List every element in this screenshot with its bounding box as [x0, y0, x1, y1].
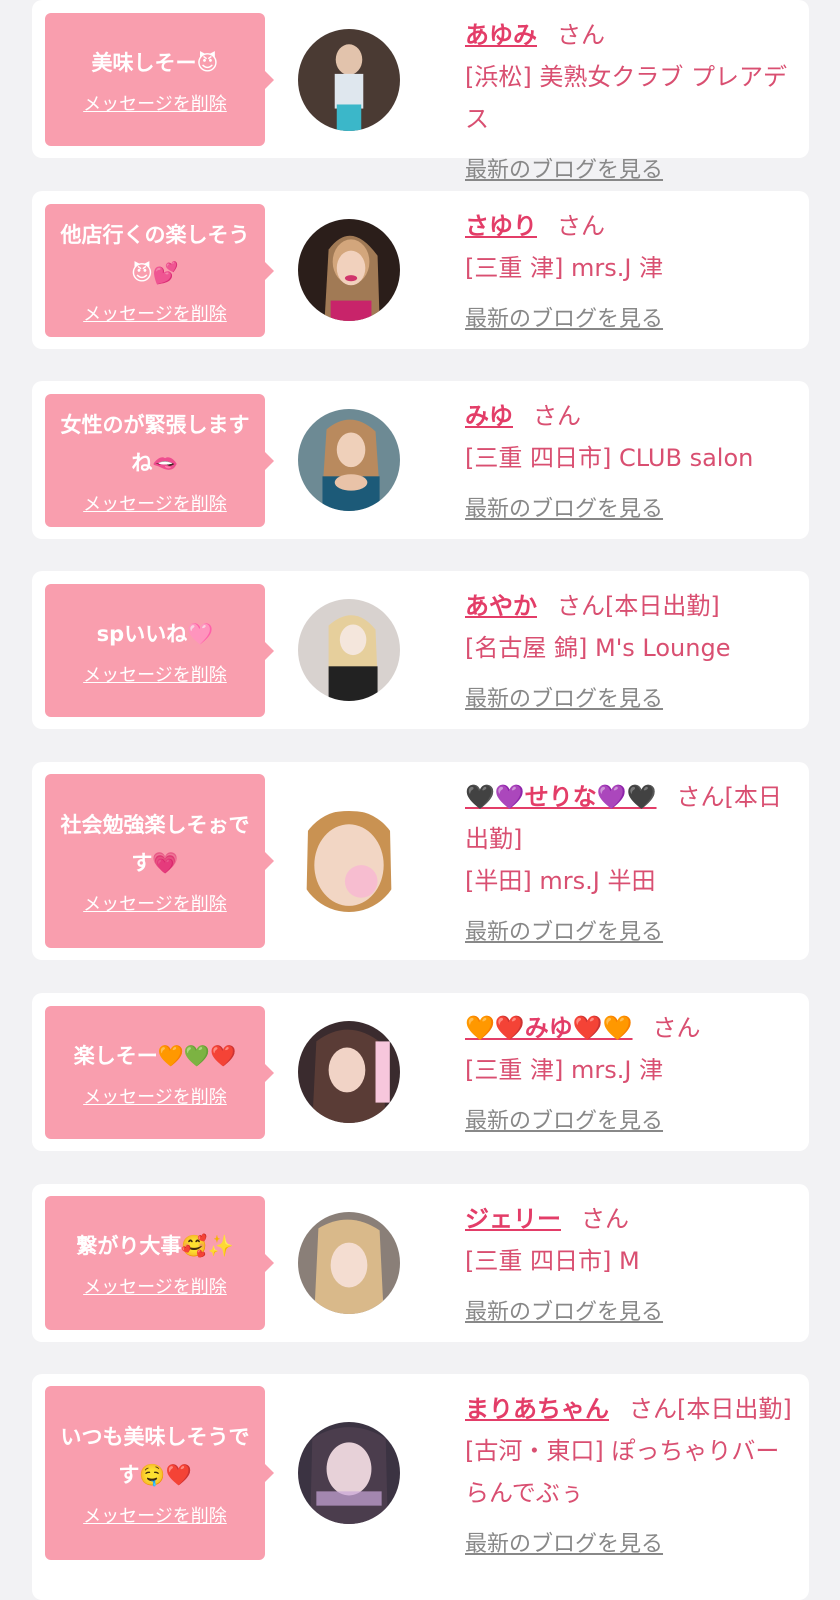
- avatar[interactable]: [298, 1021, 400, 1123]
- message-bubble: 楽しそー🧡💚❤️ メッセージを削除: [45, 1006, 274, 1139]
- shop-name: [浜松] 美熟女クラブ プレアデス: [465, 63, 787, 133]
- avatar[interactable]: [298, 599, 400, 701]
- name-suffix: さん: [581, 1205, 629, 1233]
- name-suffix: さん: [557, 212, 605, 240]
- delete-message-link[interactable]: メッセージを削除: [83, 490, 227, 516]
- shop-name: [半田] mrs.J 半田: [465, 867, 656, 895]
- shop-name: [三重 四日市] CLUB salon: [465, 444, 754, 472]
- delete-message-link[interactable]: メッセージを削除: [83, 1502, 227, 1528]
- profile-name-link[interactable]: 🖤💜せりな💜🖤: [465, 783, 657, 811]
- message-text: いつも美味しそうです🤤❤️: [60, 1425, 250, 1487]
- delete-message-link[interactable]: メッセージを削除: [83, 1083, 227, 1109]
- profile-name-link[interactable]: まりあちゃん: [465, 1395, 609, 1423]
- shop-name: [三重 津] mrs.J 津: [465, 1056, 664, 1084]
- message-bubble: 繋がり大事🥰✨ メッセージを削除: [45, 1196, 274, 1330]
- message-bubble: 社会勉強楽しそぉです💗 メッセージを削除: [45, 774, 274, 948]
- profile-name-link[interactable]: あやか: [465, 592, 537, 620]
- message-text: 社会勉強楽しそぉです💗: [60, 813, 250, 875]
- latest-blog-link[interactable]: 最新のブログを見る: [465, 1294, 663, 1326]
- name-suffix: さん[本日出勤]: [629, 1395, 792, 1423]
- avatar[interactable]: [298, 219, 400, 321]
- shop-name: [三重 津] mrs.J 津: [465, 254, 664, 282]
- list-item: spいいね🩷 メッセージを削除 あやか さん[本日出勤] [名古屋 錦] M's …: [32, 571, 809, 729]
- delete-message-link[interactable]: メッセージを削除: [83, 90, 227, 116]
- name-suffix: さん: [557, 21, 605, 49]
- profile-name-link[interactable]: あゆみ: [465, 21, 537, 49]
- profile-info: さゆり さん [三重 津] mrs.J 津 最新のブログを見る: [465, 205, 799, 333]
- list-item: 社会勉強楽しそぉです💗 メッセージを削除 🖤💜せりな💜🖤 さん[本日出勤] [半田…: [32, 762, 809, 960]
- list-item: 美味しそー😈 メッセージを削除 あゆみ さん [浜松] 美熟女クラブ プレアデス …: [32, 0, 809, 183]
- message-bubble: 他店行くの楽しそう😈💕 メッセージを削除: [45, 204, 274, 337]
- list-item: 他店行くの楽しそう😈💕 メッセージを削除 さゆり さん [三重 津] mrs.J …: [32, 191, 809, 349]
- avatar[interactable]: [298, 29, 400, 131]
- shop-name: [三重 四日市] M: [465, 1247, 640, 1275]
- list-item: 女性のが緊張しますね🫦 メッセージを削除 みゆ さん [三重 四日市] CLUB …: [32, 381, 809, 539]
- avatar[interactable]: [298, 810, 400, 912]
- avatar[interactable]: [298, 1422, 400, 1524]
- avatar[interactable]: [298, 409, 400, 511]
- latest-blog-link[interactable]: 最新のブログを見る: [465, 1103, 663, 1135]
- delete-message-link[interactable]: メッセージを削除: [83, 1273, 227, 1299]
- avatar[interactable]: [298, 1212, 400, 1314]
- message-bubble: 女性のが緊張しますね🫦 メッセージを削除: [45, 394, 274, 527]
- latest-blog-link[interactable]: 最新のブログを見る: [465, 301, 663, 333]
- profile-name-link[interactable]: 🧡❤️みゆ❤️🧡: [465, 1014, 633, 1042]
- message-text: 繋がり大事🥰✨: [76, 1234, 234, 1258]
- message-bubble: 美味しそー😈 メッセージを削除: [45, 13, 274, 146]
- profile-info: あゆみ さん [浜松] 美熟女クラブ プレアデス 最新のブログを見る: [465, 14, 799, 184]
- profile-info: まりあちゃん さん[本日出勤] [古河・東口] ぽっちゃりバー らんでぶぅ 最新の…: [465, 1388, 799, 1558]
- message-text: 他店行くの楽しそう😈💕: [60, 222, 250, 285]
- profile-info: あやか さん[本日出勤] [名古屋 錦] M's Lounge 最新のブログを見る: [465, 585, 799, 713]
- list-item: いつも美味しそうです🤤❤️ メッセージを削除 まりあちゃん さん[本日出勤] [古…: [32, 1374, 809, 1600]
- message-text: 美味しそー😈: [91, 50, 219, 75]
- message-bubble: いつも美味しそうです🤤❤️ メッセージを削除: [45, 1386, 274, 1560]
- latest-blog-link[interactable]: 最新のブログを見る: [465, 491, 663, 523]
- profile-info: 🧡❤️みゆ❤️🧡 さん [三重 津] mrs.J 津 最新のブログを見る: [465, 1007, 799, 1135]
- name-suffix: さん[本日出勤]: [557, 592, 720, 620]
- profile-info: 🖤💜せりな💜🖤 さん[本日出勤] [半田] mrs.J 半田 最新のブログを見る: [465, 776, 799, 946]
- message-bubble: spいいね🩷 メッセージを削除: [45, 584, 274, 717]
- latest-blog-link[interactable]: 最新のブログを見る: [465, 1526, 663, 1558]
- delete-message-link[interactable]: メッセージを削除: [83, 661, 227, 687]
- delete-message-link[interactable]: メッセージを削除: [83, 300, 227, 326]
- profile-info: ジェリー さん [三重 四日市] M 最新のブログを見る: [465, 1198, 799, 1326]
- profile-name-link[interactable]: みゆ: [465, 402, 513, 430]
- message-list: 美味しそー😈 メッセージを削除 あゆみ さん [浜松] 美熟女クラブ プレアデス …: [0, 0, 840, 1600]
- profile-name-link[interactable]: ジェリー: [465, 1205, 561, 1233]
- message-text: 女性のが緊張しますね🫦: [60, 412, 250, 475]
- name-suffix: さん: [652, 1014, 701, 1042]
- list-item: 繋がり大事🥰✨ メッセージを削除 ジェリー さん [三重 四日市] M 最新のブロ…: [32, 1184, 809, 1342]
- shop-name: [古河・東口] ぽっちゃりバー らんでぶぅ: [465, 1437, 780, 1507]
- list-item: 楽しそー🧡💚❤️ メッセージを削除 🧡❤️みゆ❤️🧡 さん [三重 津] mrs.…: [32, 993, 809, 1151]
- profile-name-link[interactable]: さゆり: [465, 212, 537, 240]
- latest-blog-link[interactable]: 最新のブログを見る: [465, 681, 663, 713]
- delete-message-link[interactable]: メッセージを削除: [83, 890, 227, 916]
- name-suffix: さん: [533, 402, 581, 430]
- shop-name: [名古屋 錦] M's Lounge: [465, 634, 731, 662]
- message-text: 楽しそー🧡💚❤️: [73, 1043, 237, 1068]
- profile-info: みゆ さん [三重 四日市] CLUB salon 最新のブログを見る: [465, 395, 799, 523]
- message-text: spいいね🩷: [96, 621, 214, 646]
- latest-blog-link[interactable]: 最新のブログを見る: [465, 914, 663, 946]
- latest-blog-link[interactable]: 最新のブログを見る: [465, 152, 663, 184]
